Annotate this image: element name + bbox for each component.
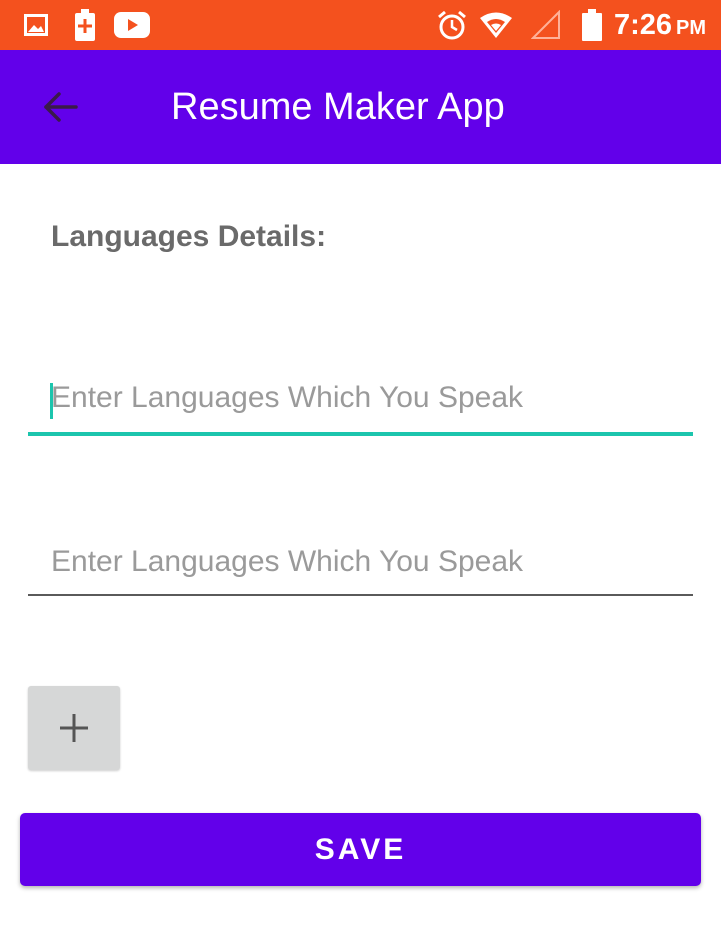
signal-icon — [530, 0, 562, 50]
field-underline — [28, 594, 693, 596]
status-bar: 7:26 PM — [0, 0, 721, 50]
language-input-1[interactable] — [28, 366, 693, 430]
save-button[interactable]: SAVE — [20, 813, 701, 886]
back-button[interactable] — [28, 75, 92, 139]
gallery-icon — [22, 0, 50, 50]
battery-saver-icon — [72, 0, 98, 50]
app-title: Resume Maker App — [171, 86, 505, 128]
text-cursor — [50, 383, 53, 419]
youtube-icon — [113, 0, 151, 50]
add-language-button[interactable] — [28, 686, 120, 770]
language-field-2[interactable] — [28, 530, 693, 600]
language-input-2[interactable] — [28, 530, 693, 594]
battery-icon — [581, 0, 603, 50]
status-clock: 7:26 PM — [614, 0, 706, 50]
field-underline-focused — [28, 432, 693, 436]
clock-ampm: PM — [676, 17, 707, 39]
arrow-back-icon — [42, 91, 78, 123]
language-field-1[interactable] — [28, 366, 693, 436]
wifi-icon — [478, 0, 514, 50]
plus-icon — [59, 713, 89, 743]
app-bar: Resume Maker App — [0, 50, 721, 164]
alarm-icon — [435, 0, 469, 50]
clock-time: 7:26 — [614, 9, 673, 41]
section-heading: Languages Details: — [51, 220, 327, 253]
